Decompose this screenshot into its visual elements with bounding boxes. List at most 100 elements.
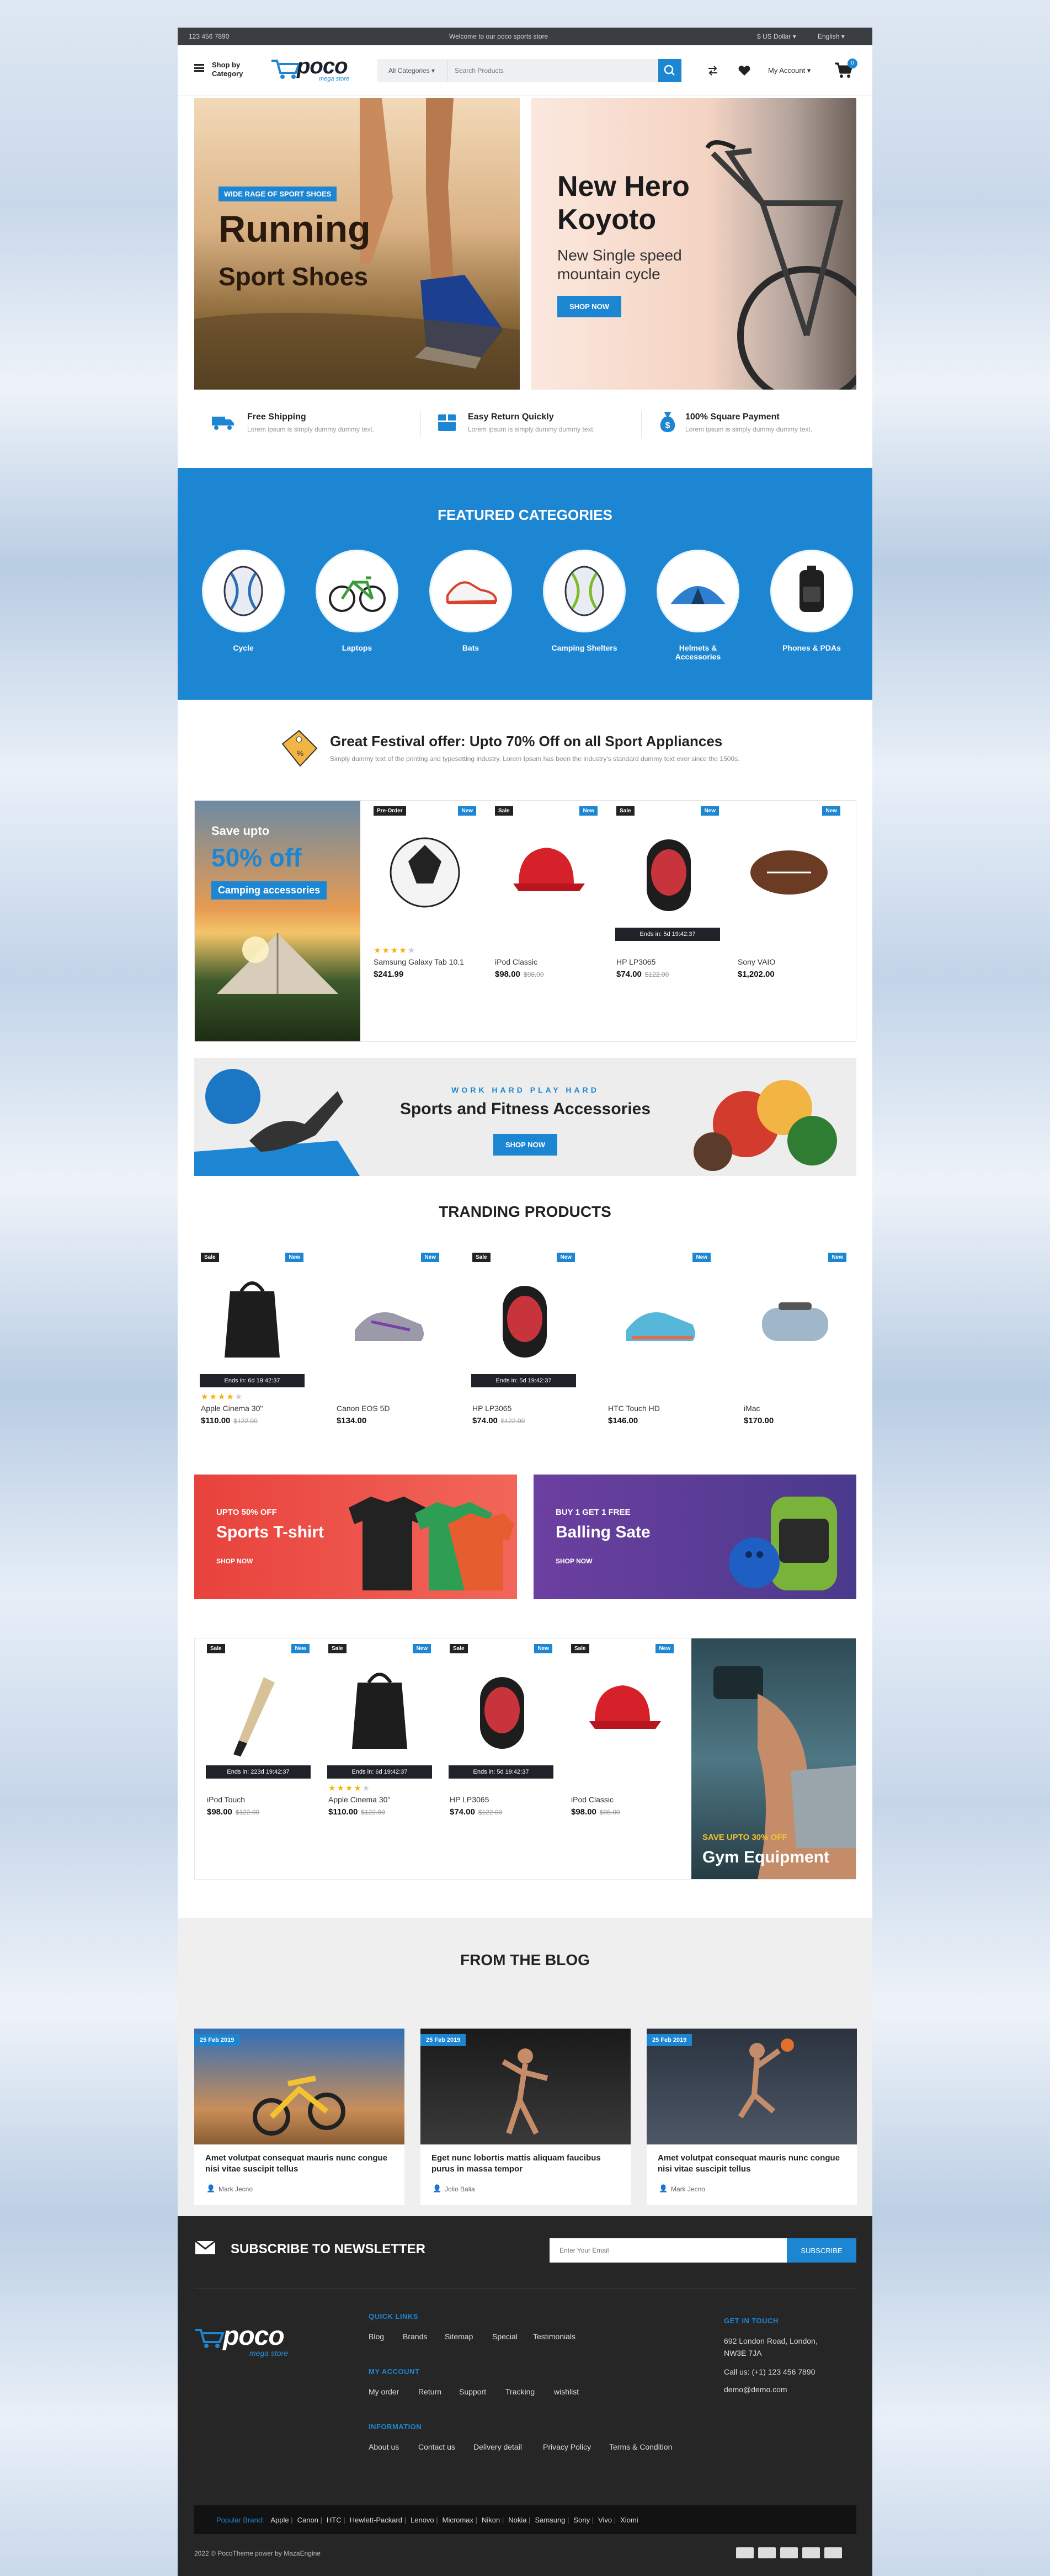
footer-link[interactable]: Support (459, 2387, 486, 2396)
email[interactable]: demo@demo.com (724, 2385, 787, 2394)
footer-logo[interactable]: poco mega store (194, 2321, 321, 2360)
footer-link[interactable]: Blog (369, 2332, 384, 2341)
currency-select[interactable]: $ US Dollar ▾ (757, 33, 796, 40)
promo-shop-now-link[interactable]: SHOP NOW (216, 1557, 253, 1565)
blog-card[interactable]: 25 Feb 2019 Amet volutpat consequat maur… (647, 2029, 857, 2205)
search-button[interactable] (658, 59, 681, 82)
footer-link[interactable]: Terms & Condition (609, 2442, 672, 2451)
search-category-select[interactable]: All Categories ▾ (377, 59, 448, 82)
payment-icons (736, 2546, 857, 2559)
brand-link[interactable]: Xiomi (620, 2516, 638, 2524)
footer-link[interactable]: Contact us (418, 2442, 455, 2451)
brand-link[interactable]: Samsung (535, 2516, 566, 2524)
blog-post-title[interactable]: Amet volutpat consequat mauris nunc cong… (658, 2153, 845, 2175)
product-name[interactable]: iPod Classic (495, 957, 537, 966)
hero-banner-running-shoes[interactable]: WIDE RAGE OF SPORT SHOES Running Sport S… (194, 98, 520, 390)
footer-link[interactable]: Privacy Policy (543, 2442, 591, 2451)
category-phones[interactable] (770, 550, 853, 632)
footer-link[interactable]: Tracking (505, 2387, 535, 2396)
brand-link[interactable]: Apple (270, 2516, 289, 2524)
brand-link[interactable]: Sony (573, 2516, 590, 2524)
subscribe-button[interactable]: SUBSCRIBE (787, 2238, 856, 2263)
category-label[interactable]: Camping Shelters (543, 643, 626, 652)
gym-promo-banner[interactable]: SAVE UPTO 30% OFF Gym Equipment (691, 1638, 856, 1879)
footer-link[interactable]: Brands (403, 2332, 427, 2341)
product-card[interactable]: Sale New iPod Classic $98.00 $98.00 (564, 1644, 680, 1876)
footer-link[interactable]: About us (369, 2442, 399, 2451)
brand-link[interactable]: Micromax (443, 2516, 473, 2524)
category-label[interactable]: Cycle (202, 643, 285, 652)
fitness-banner[interactable]: WORK HARD PLAY HARD Sports and Fitness A… (194, 1058, 856, 1176)
brand-link[interactable]: Lenovo (411, 2516, 434, 2524)
category-label[interactable]: Laptops (316, 643, 398, 652)
wishlist-heart-icon[interactable] (738, 64, 751, 77)
brand-link[interactable]: Hewlett-Packard (350, 2516, 402, 2524)
tshirt-promo-banner[interactable]: UPTO 50% OFF Sports T-shirt SHOP NOW (194, 1475, 517, 1599)
shop-by-category[interactable]: Shop by Category (212, 61, 243, 78)
product-card[interactable]: Sale New iPod Classic $98.00 $98.00 (488, 806, 604, 1038)
product-card[interactable]: Sale New Ends in: 5d 19:42:37 HP LP3065 $74.… (610, 806, 726, 1038)
brand-link[interactable]: Canon (297, 2516, 318, 2524)
product-name[interactable]: Apple Cinema 30" (201, 1404, 263, 1413)
product-image (626, 1312, 695, 1341)
product-card[interactable]: New iMac $170.00 (737, 1253, 853, 1484)
product-name[interactable]: iMac (744, 1404, 760, 1413)
product-card[interactable]: Sale New Ends in: 6d 19:42:37 ★★★★★ Apple Ci… (194, 1253, 310, 1484)
footer-link[interactable]: Sitemap (445, 2332, 473, 2341)
product-name[interactable]: Canon EOS 5D (337, 1404, 390, 1413)
product-card[interactable]: New HTC Touch HD $146.00 (601, 1253, 717, 1484)
blog-card[interactable]: 25 Feb 2019 Amet volutpat consequat maur… (194, 2029, 404, 2205)
product-name[interactable]: iPod Touch (207, 1795, 245, 1804)
product-name[interactable]: Samsung Galaxy Tab 10.1 (374, 957, 464, 966)
brand-link[interactable]: Nokia (508, 2516, 526, 2524)
product-name[interactable]: Sony VAIO (738, 957, 775, 966)
footer-link[interactable]: Return (418, 2387, 441, 2396)
brand-link[interactable]: Nikon (482, 2516, 500, 2524)
fitness-shop-now-button[interactable]: SHOP NOW (487, 1127, 564, 1162)
bowling-promo-banner[interactable]: BUY 1 GET 1 FREE Balling Sate SHOP NOW (534, 1475, 856, 1599)
product-card[interactable]: Sale New Ends in: 5d 19:42:37 HP LP3065 $74.… (466, 1253, 582, 1484)
product-name[interactable]: HP LP3065 (472, 1404, 511, 1413)
product-card[interactable]: Sale New Ends in: 5d 19:42:37 HP LP3065 $74.… (443, 1644, 559, 1876)
product-card[interactable]: New Canon EOS 5D $134.00 (330, 1253, 446, 1484)
product-name[interactable]: iPod Classic (571, 1795, 614, 1804)
newsletter-email-input[interactable] (550, 2238, 787, 2263)
menu-icon[interactable] (194, 64, 204, 72)
category-label[interactable]: Bats (429, 643, 512, 652)
category-laptops[interactable] (316, 550, 398, 632)
countdown-timer: Ends in: 223d 19:42:37 (206, 1765, 311, 1779)
footer-link[interactable]: Delivery detail (473, 2442, 522, 2451)
category-label[interactable]: Helmets & Accessories (657, 643, 739, 661)
product-name[interactable]: Apple Cinema 30" (328, 1795, 390, 1804)
product-name[interactable]: HP LP3065 (616, 957, 655, 966)
promo-shop-now-link[interactable]: SHOP NOW (556, 1557, 592, 1565)
footer-link[interactable]: Special (492, 2332, 518, 2341)
product-card[interactable]: Sale New Ends in: 6d 19:42:37 ★★★★★ Apple Ci… (322, 1644, 438, 1876)
category-camping-shelters[interactable] (543, 550, 626, 632)
blog-card[interactable]: 25 Feb 2019 Eget nunc lobortis mattis al… (420, 2029, 631, 2205)
hero-banner-bicycle[interactable]: New Hero Koyoto New Single speed mountai… (531, 98, 856, 390)
category-label[interactable]: Phones & PDAs (770, 643, 853, 652)
footer-link[interactable]: My order (369, 2387, 399, 2396)
blog-post-title[interactable]: Eget nunc lobortis mattis aliquam faucib… (431, 2153, 619, 2175)
category-cycle[interactable] (202, 550, 285, 632)
phone[interactable]: Call us: (+1) 123 456 7890 (724, 2367, 815, 2376)
search-input[interactable] (455, 65, 637, 77)
footer-link[interactable]: Testimonials (533, 2332, 575, 2341)
my-account-menu[interactable]: My Account ▾ (768, 66, 811, 75)
product-name[interactable]: HP LP3065 (450, 1795, 489, 1804)
product-card[interactable]: Sale New Ends in: 223d 19:42:37 iPod Touch $… (200, 1644, 316, 1876)
product-name[interactable]: HTC Touch HD (608, 1404, 660, 1413)
product-card[interactable]: Pre-Order New ★★★★★ Samsung Galaxy Tab 10.1… (367, 806, 483, 1038)
product-card[interactable]: New Sony VAIO $1,202.00 (731, 806, 847, 1038)
category-helmets[interactable] (657, 550, 739, 632)
camping-promo-banner[interactable]: Save upto 50% off Camping accessories (195, 801, 360, 1041)
footer-link[interactable]: wishlist (554, 2387, 579, 2396)
compare-icon[interactable] (706, 64, 719, 77)
brand-link[interactable]: HTC (327, 2516, 342, 2524)
category-bats[interactable] (429, 550, 512, 632)
brand-link[interactable]: Vivo (598, 2516, 612, 2524)
language-select[interactable]: English ▾ (818, 33, 845, 40)
blog-post-title[interactable]: Amet volutpat consequat mauris nunc cong… (205, 2153, 393, 2175)
hero-shop-now-button[interactable]: SHOP NOW (557, 296, 621, 317)
